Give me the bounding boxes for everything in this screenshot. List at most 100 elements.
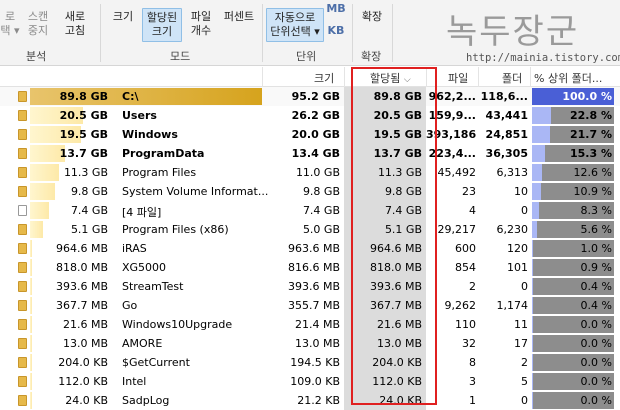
percent-cell: 0.0 % [580,356,612,369]
size-cell: 109.0 KB [290,375,340,388]
percent-cell: 1.0 % [580,242,612,255]
file-count-label-1: 파일 [190,10,212,23]
size-cell: 816.6 MB [287,261,340,274]
item-name: XG5000 [122,261,167,274]
item-name: AMORE [122,337,163,350]
auto-unit-button[interactable]: 자동으로 단위선택 ▾ [266,8,324,42]
size-label: 393.6 MB [55,280,108,293]
folder-icon [18,167,27,178]
size-mode-button[interactable]: 크기 [108,10,138,24]
size-label: 20.5 GB [59,109,108,122]
allocated-cell: 964.6 MB [369,242,422,255]
select-button[interactable]: 로 택 ▾ [0,10,20,38]
folder-icon [18,300,27,311]
allocated-cell: 5.1 GB [384,223,422,236]
size-label: 13.7 GB [59,147,108,160]
table-row[interactable]: 7.4 GB [4 파일] 7.4 GB 7.4 GB 4 0 8.3 % [0,201,620,220]
table-row[interactable]: 204.0 KB $GetCurrent 194.5 KB 204.0 KB 8 2 0.0… [0,353,620,372]
column-percent[interactable]: % 상위 폴더... [534,70,616,86]
file-count-label-2: 개수 [190,24,212,37]
table-row[interactable]: 818.0 MB XG5000 816.6 MB 818.0 MB 854 101 0.9 … [0,258,620,277]
folders-cell: 24,851 [485,128,528,141]
size-label: 112.0 KB [58,375,108,388]
size-label: 24.0 KB [65,394,108,407]
column-divider [530,67,531,87]
size-cell: 11.0 GB [295,166,340,179]
percent-cell: 0.0 % [580,318,612,331]
percent-cell: 0.0 % [580,394,612,407]
column-allocated-label: 할당됨 [370,72,401,85]
percent-cell: 12.6 % [573,166,612,179]
allocated-cell: 9.8 GB [384,185,422,198]
size-label: 11.3 GB [63,166,108,179]
size-mode-label: 크기 [112,10,134,23]
column-divider [478,67,479,87]
item-name: SadpLog [122,394,170,407]
column-files[interactable]: 파일 [448,70,468,86]
mb-unit-button[interactable]: MB [326,2,346,16]
column-divider [426,67,427,87]
files-cell: 223,4... [428,147,476,160]
column-divider [262,67,263,87]
files-cell: 1 [469,394,476,407]
stop-scan-label-2: 중지 [27,24,49,37]
stop-scan-label-1: 스캔 [27,10,49,23]
folder-icon [18,148,27,159]
table-row[interactable]: 112.0 KB Intel 109.0 KB 112.0 KB 3 5 0.0 % [0,372,620,391]
size-cell: 963.6 MB [287,242,340,255]
watermark-text: 녹두장군 [446,12,580,52]
size-label: 5.1 GB [70,223,108,236]
folders-cell: 36,305 [485,147,528,160]
allocated-cell: 24.0 KB [379,394,422,407]
item-name: Program Files (x86) [122,223,229,236]
table-row[interactable]: 13.0 MB AMORE 13.0 MB 13.0 MB 32 17 0.0 % [0,334,620,353]
folders-cell: 101 [507,261,528,274]
item-name: Windows10Upgrade [122,318,233,331]
files-cell: 4 [469,204,476,217]
table-row[interactable]: 20.5 GB Users 26.2 GB 20.5 GB 159,9... 43,441… [0,106,620,125]
file-count-mode-button[interactable]: 파일 개수 [186,10,216,38]
table-row[interactable]: 24.0 KB SadpLog 21.2 KB 24.0 KB 1 0 0.0 % [0,391,620,410]
table-row[interactable]: 21.6 MB Windows10Upgrade 21.4 MB 21.6 MB 110… [0,315,620,334]
files-cell: 29,217 [437,223,477,236]
column-allocated[interactable]: 할당됨 ⌵ [370,70,411,86]
refresh-button[interactable]: 새로 고침 [60,10,90,38]
table-row[interactable]: 19.5 GB Windows 20.0 GB 19.5 GB 393,186 24,85… [0,125,620,144]
folders-cell: 0 [521,394,528,407]
ribbon-separator [392,4,393,62]
group-label-unit: 단위 [296,50,317,63]
folder-tree: 89.8 GB C:\ 95.2 GB 89.8 GB 962,2... 118,6...… [0,87,620,410]
item-name: [4 파일] [122,206,162,219]
table-row[interactable]: 393.6 MB StreamTest 393.6 MB 393.6 MB 2 0 0.4 … [0,277,620,296]
expand-button[interactable]: 확장 [358,10,386,24]
table-row[interactable]: 964.6 MB iRAS 963.6 MB 964.6 MB 600 120 1.0 % [0,239,620,258]
allocated-mode-label-1: 할당된 [146,11,178,24]
size-label: 7.4 GB [70,204,108,217]
ribbon-separator [100,4,101,62]
column-folders[interactable]: 폴더 [502,70,522,86]
group-label-mode: 모드 [170,50,191,63]
table-row[interactable]: 5.1 GB Program Files (x86) 5.0 GB 5.1 GB 29,… [0,220,620,239]
allocated-cell: 204.0 KB [372,356,422,369]
kb-unit-button[interactable]: KB [326,24,346,38]
table-row[interactable]: 11.3 GB Program Files 11.0 GB 11.3 GB 45,492… [0,163,620,182]
size-label: 89.8 GB [59,90,108,103]
table-row[interactable]: 13.7 GB ProgramData 13.4 GB 13.7 GB 223,4...… [0,144,620,163]
table-row[interactable]: 89.8 GB C:\ 95.2 GB 89.8 GB 962,2... 118,6...… [0,87,620,106]
allocated-cell: 20.5 GB [373,109,422,122]
allocated-mode-button[interactable]: 할당된 크기 [142,8,182,42]
table-row[interactable]: 367.7 MB Go 355.7 MB 367.7 MB 9,262 1,174 0.4 … [0,296,620,315]
item-name: $GetCurrent [122,356,190,369]
column-size[interactable]: 크기 [314,70,334,86]
item-name: StreamTest [122,280,184,293]
size-cell: 21.4 MB [294,318,340,331]
stop-scan-button[interactable]: 스캔 중지 [24,10,52,38]
refresh-label-1: 새로 [64,10,86,23]
percent-cell: 0.0 % [580,375,612,388]
folders-cell: 17 [514,337,528,350]
file-icon [18,205,27,216]
table-row[interactable]: 9.8 GB System Volume Informat... 9.8 GB 9.8… [0,182,620,201]
size-cell: 21.2 KB [297,394,340,407]
percent-cell: 0.4 % [580,299,612,312]
percent-mode-button[interactable]: 퍼센트 [220,10,258,24]
